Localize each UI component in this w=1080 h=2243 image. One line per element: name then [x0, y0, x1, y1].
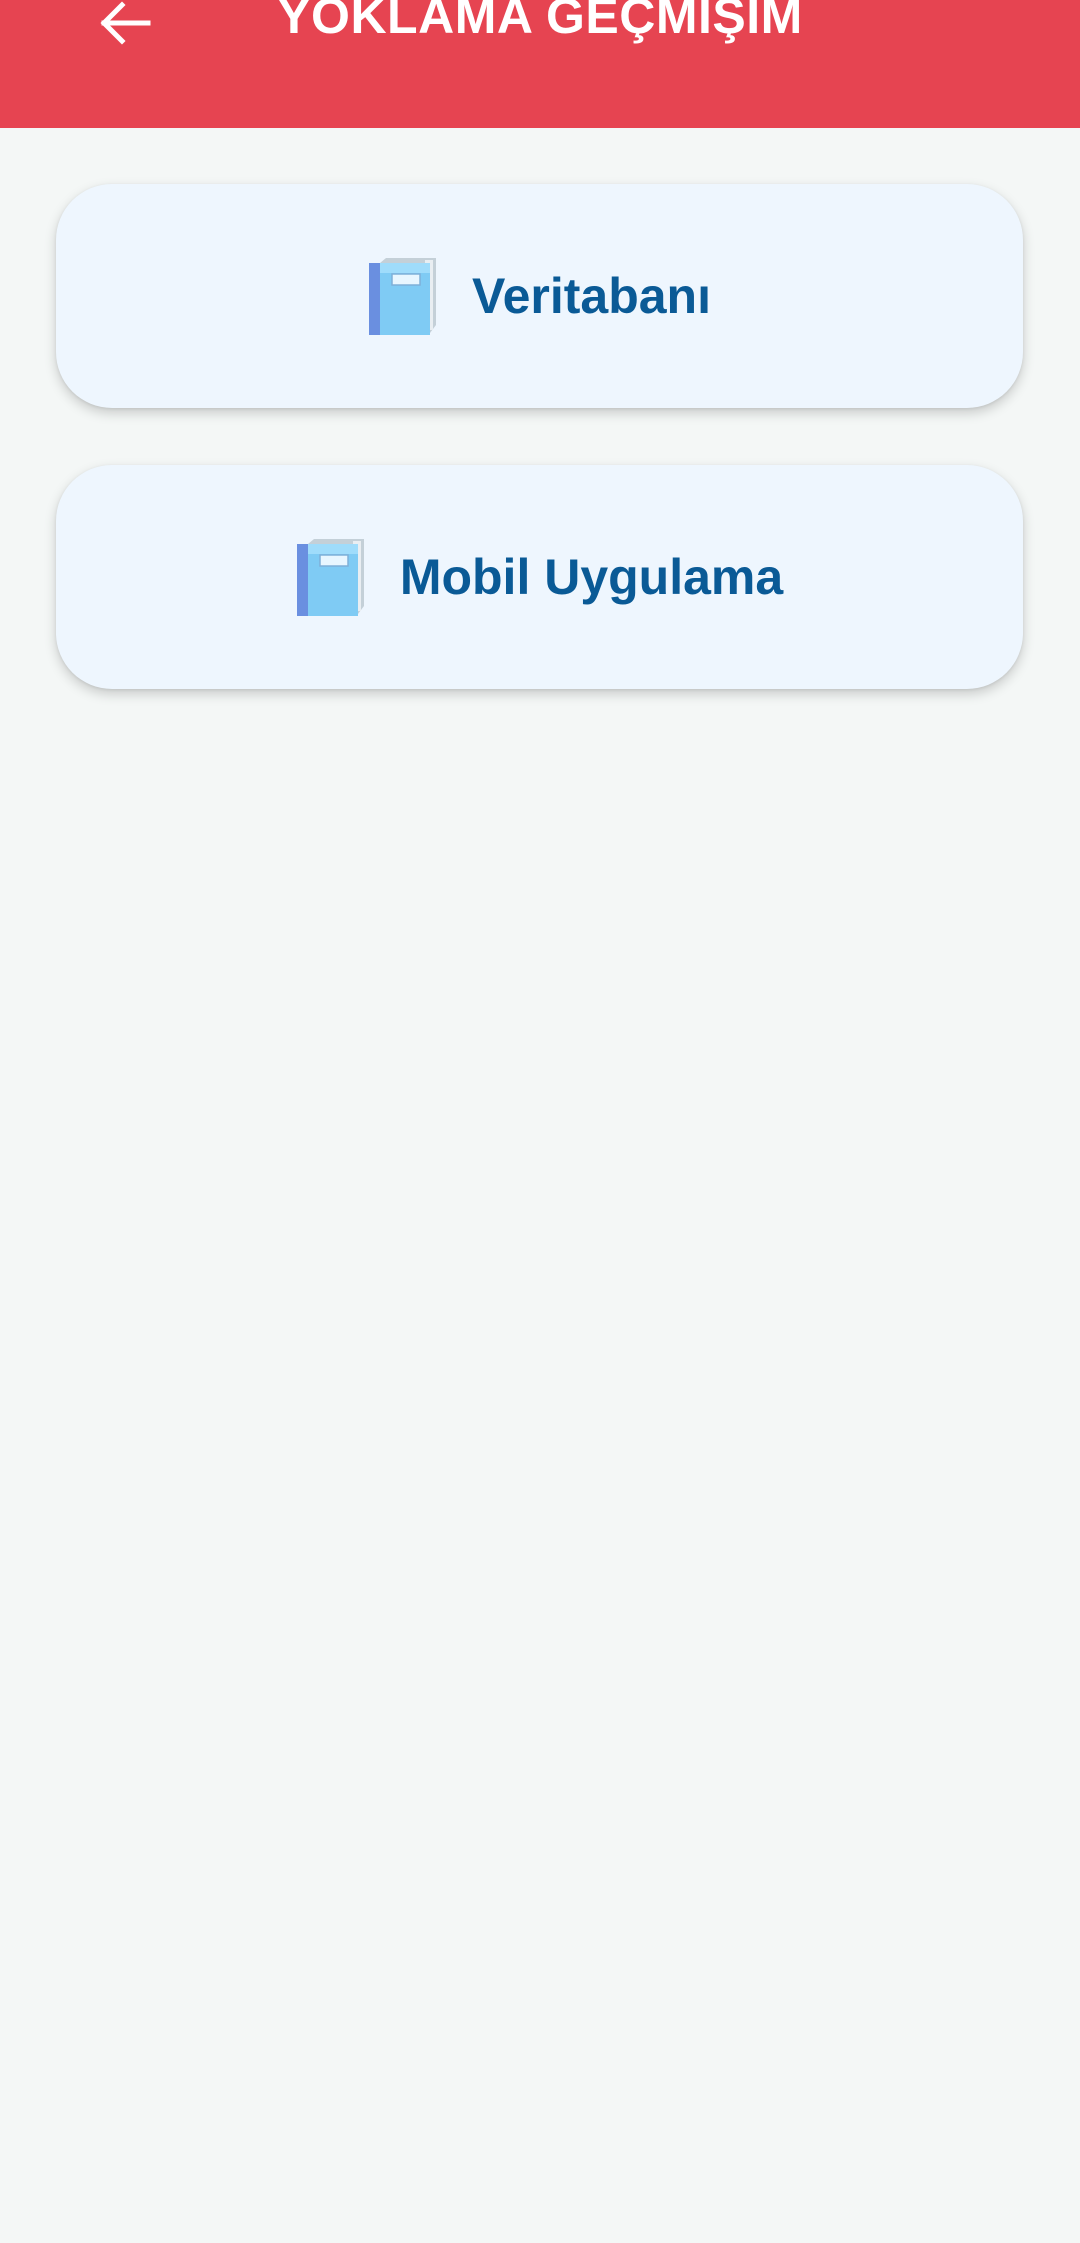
book-icon	[296, 539, 364, 616]
book-icon	[369, 258, 436, 335]
app-bar: YOKLAMA GEÇMİŞİM	[0, 0, 1080, 128]
page-title: YOKLAMA GEÇMİŞİM	[277, 0, 803, 44]
course-card-mobil-uygulama[interactable]: Mobil Uygulama	[56, 465, 1023, 689]
course-card-veritabani[interactable]: Veritabanı	[56, 184, 1023, 408]
course-label: Mobil Uygulama	[399, 549, 784, 605]
course-label: Veritabanı	[472, 268, 711, 324]
